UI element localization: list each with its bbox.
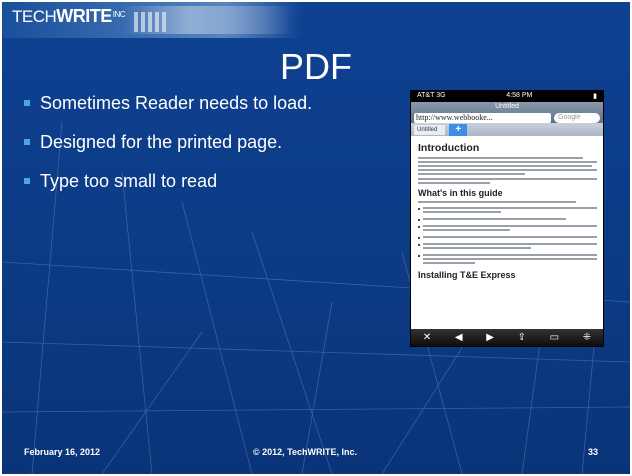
footer-copyright: © 2012, TechWRITE, Inc. (253, 447, 357, 457)
bullet-text: Sometimes Reader needs to load. (40, 93, 313, 113)
bullet-list: Sometimes Reader needs to load. Designed… (24, 92, 404, 209)
logo-inc: INC (112, 10, 126, 19)
bullet-square-icon (24, 178, 30, 184)
slide: TECHWRITEINC PDF Sometimes Reader needs … (2, 2, 630, 474)
slide-footer: February 16, 2012 © 2012, TechWRITE, Inc… (2, 447, 630, 461)
share-icon[interactable]: ⇪ (518, 332, 526, 343)
battery-icon: ▮ (593, 93, 597, 100)
logo-write: WRITE (56, 6, 112, 26)
bullet-item: Sometimes Reader needs to load. (24, 92, 404, 114)
bullet-text: Type too small to read (40, 171, 218, 191)
back-icon[interactable]: ◀ (455, 332, 463, 343)
phone-search-field[interactable]: Google (554, 113, 600, 123)
bullet-square-icon (24, 100, 30, 106)
phone-url-field[interactable]: http://www.webbooke... (414, 113, 551, 123)
bullet-square-icon (24, 139, 30, 145)
bullet-item: Type too small to read (24, 170, 404, 192)
phone-tab-bar: Untitled + (411, 123, 603, 136)
phone-toolbar: ✕ ◀ ▶ ⇪ ▭ ⁜ (411, 329, 603, 346)
phone-time: 4:58 PM (506, 92, 533, 99)
phone-heading-introduction: Introduction (418, 142, 480, 154)
phone-new-tab-button[interactable]: + (449, 123, 468, 136)
phone-screenshot: AT&T 3G 4:58 PM ▮ Untitled http://www.we… (410, 90, 604, 347)
header-banner-bars (134, 12, 169, 37)
slide-title: PDF (280, 46, 352, 87)
phone-page-title: Untitled (495, 103, 519, 110)
phone-heading-install: Installing T&E Express (418, 270, 516, 280)
phone-tab[interactable]: Untitled (414, 124, 446, 135)
bullet-item: Designed for the printed page. (24, 131, 404, 153)
footer-date: February 16, 2012 (24, 447, 101, 457)
slide-number: 33 (587, 447, 598, 457)
phone-carrier: AT&T 3G (417, 92, 446, 99)
bullet-text: Designed for the printed page. (40, 132, 283, 152)
phone-url-row: http://www.webbooke... Google (411, 113, 603, 123)
close-icon[interactable]: ✕ (423, 332, 431, 343)
bookmarks-icon[interactable]: ▭ (550, 332, 559, 343)
logo-tech: TECH (12, 7, 57, 26)
phone-heading-guide: What's in this guide (418, 188, 503, 198)
phone-status-bar: AT&T 3G 4:58 PM ▮ (411, 91, 603, 102)
phone-page-content: Introduction What's in this guide Instal… (411, 136, 603, 280)
techwrite-logo: TECHWRITEINC (12, 6, 126, 27)
forward-icon[interactable]: ▶ (486, 332, 494, 343)
tabs-icon[interactable]: ⁜ (583, 332, 591, 343)
